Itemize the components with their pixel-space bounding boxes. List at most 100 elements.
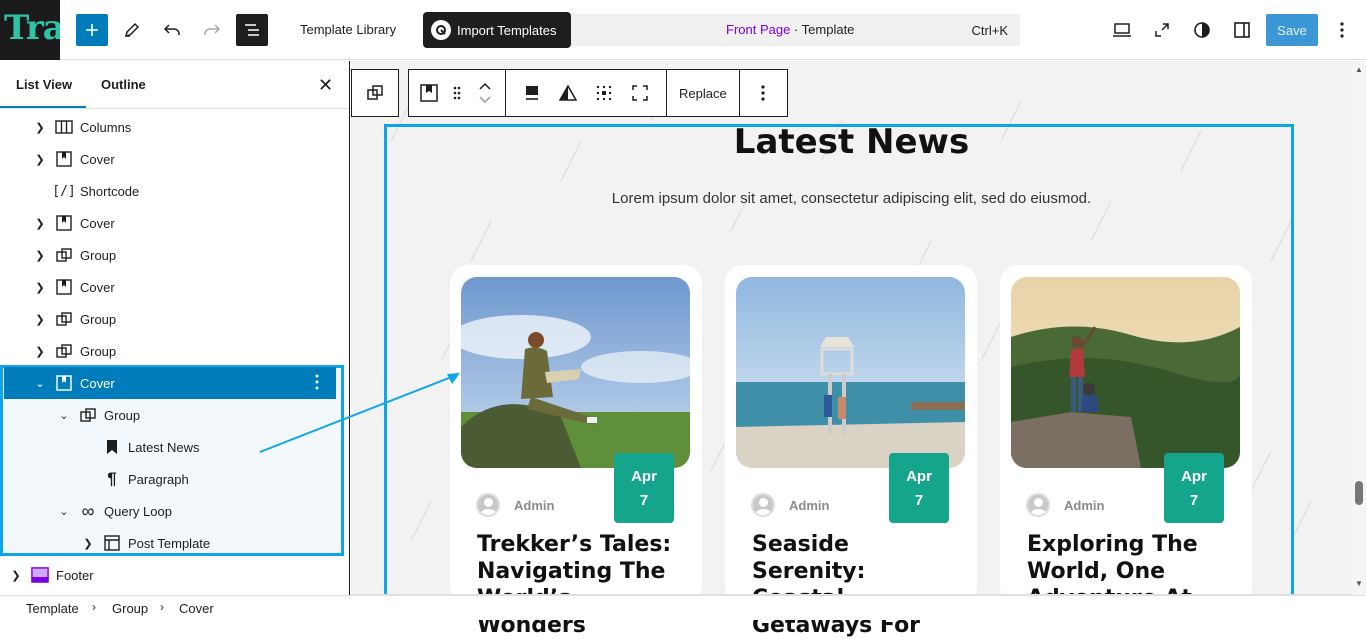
list-item-label: Latest News <box>128 439 200 455</box>
settings-button[interactable] <box>1226 14 1258 46</box>
list-item[interactable]: ❯ Post Template <box>0 527 350 559</box>
chevron-right-icon[interactable]: ❯ <box>34 153 46 166</box>
canvas-scrollbar[interactable]: ▲ ▼ <box>1352 61 1366 595</box>
list-item[interactable]: ❯ Group <box>0 239 350 271</box>
section-heading[interactable]: Latest News <box>351 122 1352 162</box>
avatar <box>476 493 500 517</box>
post-card[interactable]: Apr 7 Admin Trekker’s Tales: Navigating T… <box>450 265 702 638</box>
footer-icon <box>31 566 49 584</box>
list-item[interactable]: ¶ Paragraph <box>0 463 350 495</box>
scroll-down-icon[interactable]: ▼ <box>1355 579 1363 588</box>
chevron-right-icon[interactable]: ❯ <box>34 313 46 326</box>
date-month: Apr <box>1181 468 1207 485</box>
chevron-down-icon[interactable]: ⌄ <box>58 505 70 518</box>
post-author[interactable]: Admin <box>1026 493 1104 517</box>
command-palette-bar[interactable]: Front Page · Template Ctrl+K <box>560 14 1020 46</box>
editor-top-bar: Tra Template Library Front Page · Templa… <box>0 0 1366 60</box>
post-author[interactable]: Admin <box>751 493 829 517</box>
list-item[interactable]: ❯ Footer <box>0 559 350 591</box>
plus-icon <box>86 24 98 36</box>
drag-handle-icon[interactable] <box>443 69 471 117</box>
tools-button[interactable] <box>116 14 148 46</box>
post-title[interactable]: Trekker’s Tales: Navigating The World’s … <box>477 531 687 639</box>
list-item-label: Group <box>80 247 117 263</box>
breadcrumb-item[interactable]: Cover <box>179 601 214 616</box>
chevron-right-icon[interactable]: ❯ <box>34 249 46 262</box>
block-inserter-button[interactable] <box>76 14 108 46</box>
tab-list-view[interactable]: List View <box>0 77 87 108</box>
tab-outline[interactable]: Outline <box>101 77 146 92</box>
author-name: Admin <box>1064 497 1105 513</box>
post-card[interactable]: Apr7 Admin Exploring The World, One Adve… <box>1000 265 1252 611</box>
post-author[interactable]: Admin <box>476 493 554 517</box>
scroll-thumb[interactable] <box>1355 481 1363 505</box>
fullscreen-icon[interactable] <box>622 69 658 117</box>
parent-selector-button[interactable] <box>351 69 399 117</box>
list-item-label: Shortcode <box>80 183 140 199</box>
breadcrumb: Template › Group › Cover <box>0 595 1366 620</box>
author-name: Admin <box>789 497 830 513</box>
undo-button[interactable] <box>156 14 188 46</box>
more-vertical-icon <box>1340 22 1344 38</box>
cover-icon <box>55 150 73 168</box>
desktop-icon <box>1113 23 1131 37</box>
sidebar-tabs: List View Outline ✕ <box>0 61 349 109</box>
template-library-link[interactable]: Template Library <box>300 22 396 37</box>
replace-button[interactable]: Replace <box>667 69 740 117</box>
post-image-seaside[interactable] <box>736 277 965 468</box>
cover-icon <box>55 278 73 296</box>
redo-icon <box>204 24 221 35</box>
chevron-right-icon[interactable]: ❯ <box>34 281 46 294</box>
move-up-down-icon[interactable] <box>471 69 499 117</box>
list-item[interactable]: ❯ Cover <box>0 271 350 303</box>
preview-button[interactable] <box>1106 14 1138 46</box>
chevron-right-icon[interactable]: ❯ <box>34 345 46 358</box>
title-separator: · <box>790 22 802 37</box>
align-bottom-icon[interactable] <box>514 69 550 117</box>
options-button[interactable] <box>1326 14 1358 46</box>
fullscreen-button[interactable] <box>1146 14 1178 46</box>
chevron-down-icon[interactable]: ⌄ <box>58 409 70 422</box>
chevron-right-icon[interactable]: ❯ <box>10 569 22 582</box>
section-subtitle[interactable]: Lorem ipsum dolor sit amet, consectetur … <box>351 190 1352 207</box>
breadcrumb-item[interactable]: Group <box>112 601 148 616</box>
styles-button[interactable] <box>1186 14 1218 46</box>
author-name: Admin <box>514 497 555 513</box>
breadcrumb-item[interactable]: Template <box>26 601 79 616</box>
list-item[interactable]: ❯ Cover <box>0 143 350 175</box>
chevron-right-icon[interactable]: ❯ <box>34 121 46 134</box>
more-vertical-icon <box>761 85 765 101</box>
date-month: Apr <box>906 468 932 485</box>
post-image-hiker[interactable] <box>461 277 690 468</box>
group-icon <box>367 85 383 100</box>
chevron-right-icon[interactable]: ❯ <box>34 217 46 230</box>
list-item[interactable]: ❯ Cover <box>0 207 350 239</box>
position-icon[interactable] <box>586 69 622 117</box>
document-overview-button[interactable] <box>236 14 268 46</box>
scroll-up-icon[interactable]: ▲ <box>1355 65 1363 74</box>
post-date-badge: Apr 7 <box>1164 453 1224 523</box>
list-item-label: Group <box>80 343 117 359</box>
group-icon <box>55 342 73 360</box>
duotone-icon[interactable] <box>550 69 586 117</box>
cover-icon <box>55 214 73 232</box>
cover-icon[interactable] <box>415 69 443 117</box>
list-item[interactable]: ❯ Columns <box>0 111 350 143</box>
post-title[interactable]: Seaside Serenity: Coastal Getaways For <box>752 531 962 639</box>
redo-button[interactable] <box>196 14 228 46</box>
chevron-right-icon[interactable]: ❯ <box>82 537 94 550</box>
close-icon[interactable]: ✕ <box>318 75 333 96</box>
import-templates-button[interactable]: Import Templates <box>423 12 571 48</box>
list-item[interactable]: [/] Shortcode <box>0 175 350 207</box>
chevron-down-icon[interactable]: ⌄ <box>34 377 46 390</box>
post-image-adventure[interactable] <box>1011 277 1240 468</box>
group-icon <box>55 310 73 328</box>
post-card[interactable]: Apr 7 Admin Seaside Serenity: Coastal Get… <box>725 265 977 638</box>
save-button[interactable]: Save <box>1266 14 1318 46</box>
block-options-button[interactable] <box>739 69 788 117</box>
group-icon <box>79 406 97 424</box>
list-item[interactable]: ❯ Group <box>0 303 350 335</box>
list-item[interactable]: ⌄ ∞ Query Loop <box>0 495 350 527</box>
site-logo[interactable]: Tra <box>0 0 60 60</box>
annotation-arrow <box>259 373 460 453</box>
